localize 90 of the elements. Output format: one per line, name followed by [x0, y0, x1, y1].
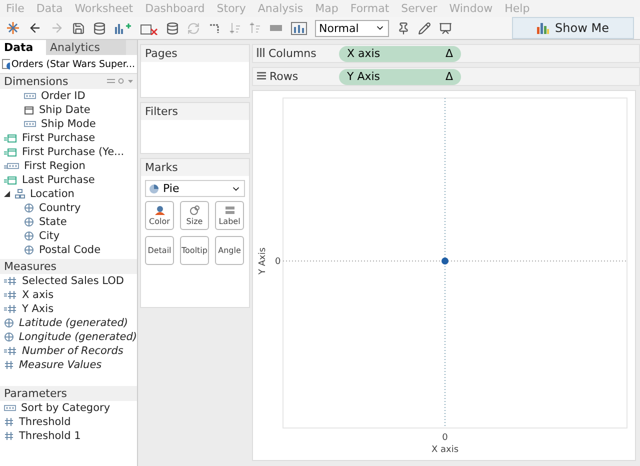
calculated-calendar-icon	[4, 133, 17, 143]
section-title: Measures	[4, 260, 56, 273]
x-tick-label: 0	[442, 433, 448, 443]
field-item[interactable]: Latitude (generated)	[0, 316, 137, 330]
abc-icon	[24, 92, 36, 100]
hash-icon	[4, 417, 14, 427]
card-title: Filters	[141, 103, 249, 120]
text-label-icon	[224, 206, 234, 214]
field-item[interactable]: Last Purchase	[0, 173, 137, 187]
bar-chart-icon	[537, 22, 550, 34]
data-point[interactable]	[442, 258, 448, 264]
calculated-hash-icon	[4, 290, 17, 300]
section-title: Dimensions	[4, 75, 68, 88]
logo-icon[interactable]	[6, 21, 20, 35]
pencil-icon[interactable]	[418, 22, 431, 34]
mark-type-dropdown[interactable]: Pie	[145, 180, 245, 197]
mark-property-button[interactable]: Tooltip	[180, 236, 209, 265]
calculated-hash-icon	[4, 276, 17, 286]
mark-property-button[interactable]: Label	[215, 201, 244, 230]
mark-property-button[interactable]: Size	[180, 201, 209, 230]
columns-icon	[257, 48, 265, 57]
field-item[interactable]: Location	[0, 187, 137, 201]
new-data-source-icon[interactable]	[93, 22, 106, 34]
field-item[interactable]: Sort by Category	[0, 401, 137, 415]
database-icon[interactable]	[166, 22, 179, 34]
calculated-calendar-icon	[4, 175, 17, 185]
abc-icon	[4, 404, 16, 412]
hierarchy-icon	[15, 189, 25, 199]
field-item[interactable]: First Purchase	[0, 131, 137, 145]
abc-icon	[24, 120, 36, 128]
calculated-hash-icon	[4, 346, 17, 356]
calculated-abc-icon	[4, 162, 19, 170]
mark-property-button[interactable]: Detail	[145, 236, 174, 265]
globe-icon	[24, 203, 34, 213]
field-item[interactable]: First Purchase (Ye...	[0, 145, 137, 159]
field-item[interactable]: First Region	[0, 159, 137, 173]
presentation-icon[interactable]	[439, 22, 452, 34]
y-axis-title: Y Axis	[258, 247, 268, 275]
field-item[interactable]: Longitude (generated)	[0, 330, 137, 344]
shelf-label: Columns	[253, 47, 339, 60]
globe-icon	[4, 318, 14, 328]
field-item[interactable]: State	[0, 215, 137, 229]
globe-icon	[4, 332, 14, 342]
pane-tab[interactable]: Analytics	[46, 40, 126, 55]
shelf-label: Rows	[253, 70, 339, 83]
calendar-icon	[24, 105, 34, 115]
hash-icon	[4, 360, 14, 370]
field-item[interactable]: Country	[0, 201, 137, 215]
card-title: Pages	[141, 45, 249, 62]
field-item[interactable]: City	[0, 229, 137, 243]
chart-type-icon[interactable]	[291, 22, 307, 34]
pane-tab[interactable]: Data	[0, 40, 46, 55]
expand-caret-icon[interactable]	[4, 191, 10, 197]
calculated-hash-icon	[4, 304, 17, 314]
field-item[interactable]: Threshold 1	[0, 429, 137, 443]
rows-icon	[257, 72, 266, 80]
color-icon	[154, 206, 164, 214]
field-pill[interactable]: Y Axis Δ	[339, 68, 461, 84]
data-source-name[interactable]: Orders (Star Wars Super...	[11, 58, 135, 70]
globe-icon	[24, 245, 34, 255]
fit-dropdown[interactable]: Normal	[315, 20, 389, 36]
field-item[interactable]: Selected Sales LOD	[0, 274, 137, 288]
field-item[interactable]: Ship Mode	[0, 117, 137, 131]
field-item[interactable]: Ship Date	[0, 103, 137, 117]
hash-icon	[4, 431, 14, 441]
calculated-calendar-icon	[4, 147, 17, 157]
save-icon[interactable]	[72, 22, 85, 34]
pie-icon	[149, 184, 159, 194]
size-icon	[190, 205, 200, 215]
mark-property-button[interactable]: Angle	[215, 236, 244, 265]
clear-sheet-icon[interactable]	[140, 22, 158, 34]
section-title: Parameters	[4, 387, 67, 400]
field-item[interactable]: Order ID	[0, 89, 137, 103]
field-item[interactable]: Postal Code	[0, 243, 137, 257]
y-tick-label: 0	[275, 257, 281, 267]
x-axis-title: X axis	[431, 445, 459, 455]
mark-property-button[interactable]: Color	[145, 201, 174, 230]
field-pill[interactable]: X axis Δ	[339, 46, 461, 62]
field-item[interactable]: Y Axis	[0, 302, 137, 316]
new-worksheet-icon[interactable]	[114, 22, 132, 34]
card-title: Marks	[141, 159, 249, 176]
field-item[interactable]: Threshold	[0, 415, 137, 429]
field-item[interactable]: Measure Values	[0, 358, 137, 372]
show-me-button[interactable]: Show Me	[512, 17, 634, 39]
back-icon[interactable]	[28, 21, 42, 35]
pin-icon[interactable]	[397, 22, 410, 34]
globe-icon	[24, 217, 34, 227]
field-item[interactable]: X axis	[0, 288, 137, 302]
field-item[interactable]: Number of Records	[0, 344, 137, 358]
globe-icon	[24, 231, 34, 241]
